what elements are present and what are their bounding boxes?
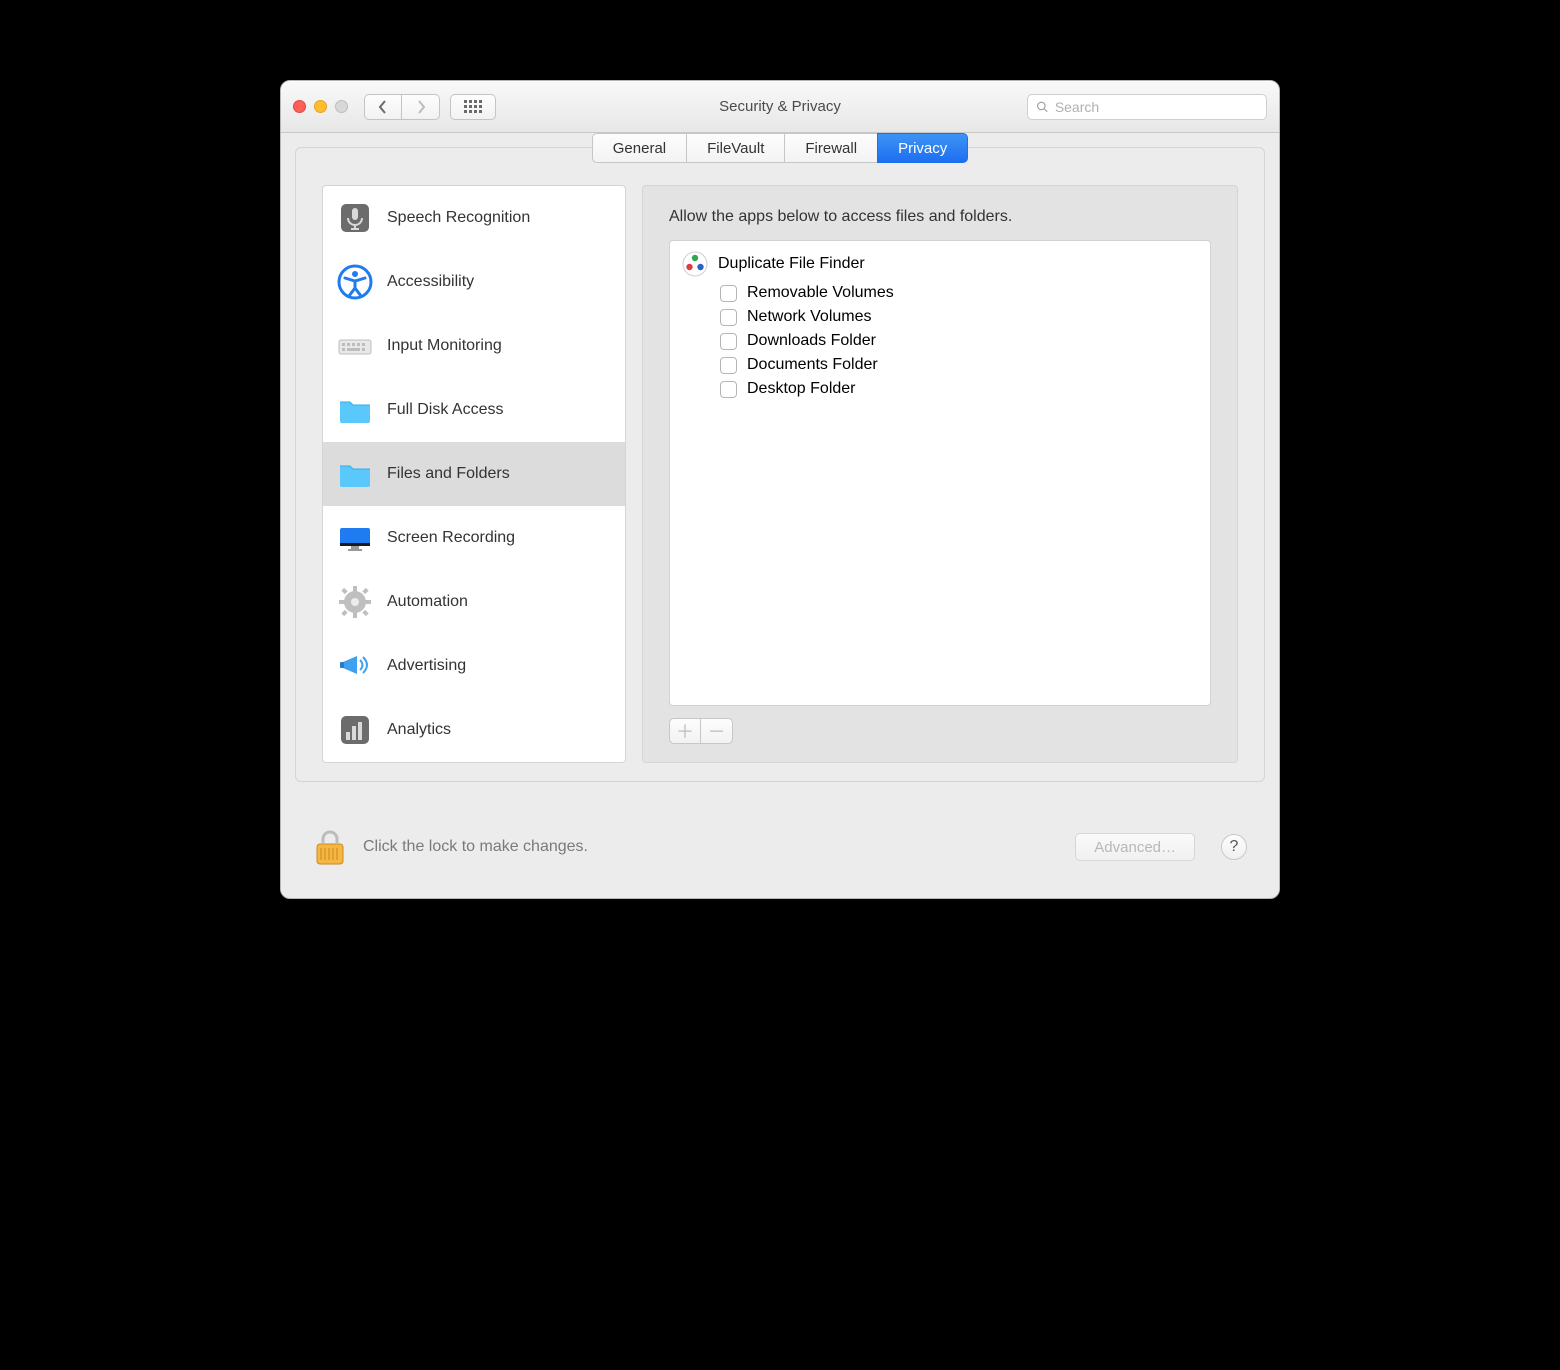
app-icon xyxy=(682,251,708,277)
close-button[interactable] xyxy=(293,100,306,113)
tab-general[interactable]: General xyxy=(592,133,687,163)
content-panel: General FileVault Firewall Privacy xyxy=(295,147,1265,782)
megaphone-icon xyxy=(337,648,373,684)
lock-text: Click the lock to make changes. xyxy=(363,838,588,856)
minimize-button[interactable] xyxy=(314,100,327,113)
split-view: Speech Recognition Accessibility xyxy=(296,185,1264,763)
tab-privacy[interactable]: Privacy xyxy=(877,133,968,163)
zoom-button[interactable] xyxy=(335,100,348,113)
search-icon xyxy=(1036,100,1049,114)
app-name: Duplicate File Finder xyxy=(718,255,865,273)
permission-label: Removable Volumes xyxy=(747,284,894,302)
app-row[interactable]: Duplicate File Finder xyxy=(682,251,1198,277)
tabs: General FileVault Firewall Privacy xyxy=(296,133,1264,163)
sidebar-item-label: Speech Recognition xyxy=(387,209,530,227)
lock-icon[interactable] xyxy=(313,828,347,866)
sidebar-item-label: Advertising xyxy=(387,657,466,675)
tab-firewall[interactable]: Firewall xyxy=(784,133,878,163)
sidebar-item-automation[interactable]: Automation xyxy=(323,570,625,634)
back-button[interactable] xyxy=(364,94,402,120)
sidebar-item-label: Screen Recording xyxy=(387,529,515,547)
pane-title: Allow the apps below to access files and… xyxy=(669,208,1211,226)
tab-filevault[interactable]: FileVault xyxy=(686,133,785,163)
permission-list: Removable Volumes Network Volumes Downlo… xyxy=(720,281,1198,401)
remove-button[interactable]: － xyxy=(701,718,733,744)
folder-icon xyxy=(337,392,373,428)
forward-button[interactable] xyxy=(402,94,440,120)
sidebar-item-speech-recognition[interactable]: Speech Recognition xyxy=(323,186,625,250)
permission-label: Desktop Folder xyxy=(747,380,856,398)
checkbox[interactable] xyxy=(720,381,737,398)
sidebar-item-label: Accessibility xyxy=(387,273,474,291)
permission-item: Downloads Folder xyxy=(720,329,1198,353)
add-remove-buttons: ＋ － xyxy=(669,718,1211,744)
permission-item: Desktop Folder xyxy=(720,377,1198,401)
sidebar-item-label: Input Monitoring xyxy=(387,337,502,355)
checkbox[interactable] xyxy=(720,285,737,302)
sidebar-item-label: Analytics xyxy=(387,721,451,739)
keyboard-icon xyxy=(337,328,373,364)
footer: Click the lock to make changes. Advanced… xyxy=(295,782,1265,876)
sidebar-item-label: Files and Folders xyxy=(387,465,510,483)
checkbox[interactable] xyxy=(720,333,737,350)
sidebar-item-label: Full Disk Access xyxy=(387,401,503,419)
permission-label: Network Volumes xyxy=(747,308,872,326)
detail-pane: Allow the apps below to access files and… xyxy=(642,185,1238,763)
app-list: Duplicate File Finder Removable Volumes … xyxy=(669,240,1211,706)
folder-icon xyxy=(337,456,373,492)
search-input[interactable] xyxy=(1055,99,1258,115)
sidebar-item-label: Automation xyxy=(387,593,468,611)
sidebar-item-advertising[interactable]: Advertising xyxy=(323,634,625,698)
sidebar: Speech Recognition Accessibility xyxy=(322,185,626,763)
help-button[interactable]: ? xyxy=(1221,834,1247,860)
sidebar-item-screen-recording[interactable]: Screen Recording xyxy=(323,506,625,570)
window-body: General FileVault Firewall Privacy xyxy=(281,133,1279,898)
search-field[interactable] xyxy=(1027,94,1267,120)
checkbox[interactable] xyxy=(720,309,737,326)
permission-label: Downloads Folder xyxy=(747,332,876,350)
preferences-window: Security & Privacy General FileVault Fir… xyxy=(280,80,1280,899)
display-icon xyxy=(337,520,373,556)
permission-item: Documents Folder xyxy=(720,353,1198,377)
sidebar-item-analytics[interactable]: Analytics xyxy=(323,698,625,762)
sidebar-item-input-monitoring[interactable]: Input Monitoring xyxy=(323,314,625,378)
gear-icon xyxy=(337,584,373,620)
accessibility-icon xyxy=(337,264,373,300)
barchart-icon xyxy=(337,712,373,748)
show-all-button[interactable] xyxy=(450,94,496,120)
add-button[interactable]: ＋ xyxy=(669,718,701,744)
permission-item: Network Volumes xyxy=(720,305,1198,329)
sidebar-item-files-and-folders[interactable]: Files and Folders xyxy=(323,442,625,506)
traffic-lights xyxy=(293,100,348,113)
permission-item: Removable Volumes xyxy=(720,281,1198,305)
nav-buttons xyxy=(364,94,440,120)
sidebar-item-full-disk-access[interactable]: Full Disk Access xyxy=(323,378,625,442)
titlebar: Security & Privacy xyxy=(281,81,1279,133)
sidebar-item-accessibility[interactable]: Accessibility xyxy=(323,250,625,314)
permission-label: Documents Folder xyxy=(747,356,878,374)
checkbox[interactable] xyxy=(720,357,737,374)
microphone-icon xyxy=(337,200,373,236)
advanced-button[interactable]: Advanced… xyxy=(1075,833,1195,861)
